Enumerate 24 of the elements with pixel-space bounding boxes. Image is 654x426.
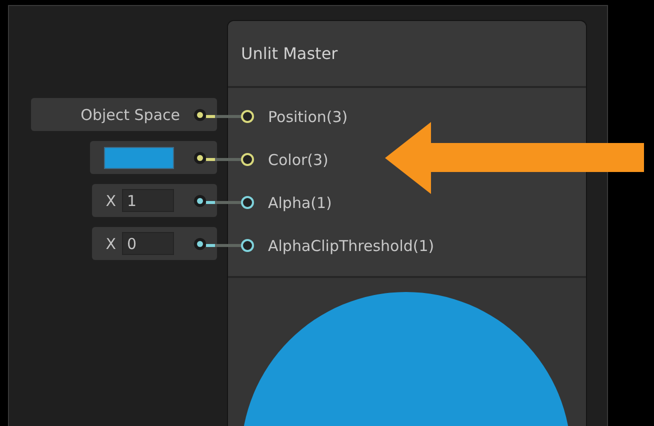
port-label: Position(3): [268, 108, 348, 126]
port-label: Alpha(1): [268, 194, 332, 212]
axis-label: X: [106, 234, 116, 252]
output-dot-icon: [194, 194, 206, 206]
output-dot-icon: [194, 152, 206, 164]
port-label: Color(3): [268, 150, 328, 168]
connector-line: [206, 244, 242, 247]
connector-line: [206, 201, 242, 204]
connector-line: [206, 115, 242, 118]
value-field[interactable]: 1: [122, 189, 174, 212]
output-dot-icon: [194, 238, 206, 250]
dropdown-value: Object Space: [80, 106, 180, 124]
input-port-icon[interactable]: [241, 196, 254, 209]
input-port-icon[interactable]: [241, 153, 254, 166]
space-dropdown[interactable]: Object Space: [31, 98, 217, 131]
connector-line: [206, 158, 242, 161]
color-swatch[interactable]: [104, 146, 174, 168]
axis-label: X: [106, 192, 116, 210]
output-dot-icon: [194, 108, 206, 120]
node-title: Unlit Master: [241, 44, 338, 63]
input-port-icon[interactable]: [241, 110, 254, 123]
value-field[interactable]: 0: [122, 232, 174, 255]
port-label: AlphaClipThreshold(1): [268, 236, 434, 254]
input-port-icon[interactable]: [241, 239, 254, 252]
